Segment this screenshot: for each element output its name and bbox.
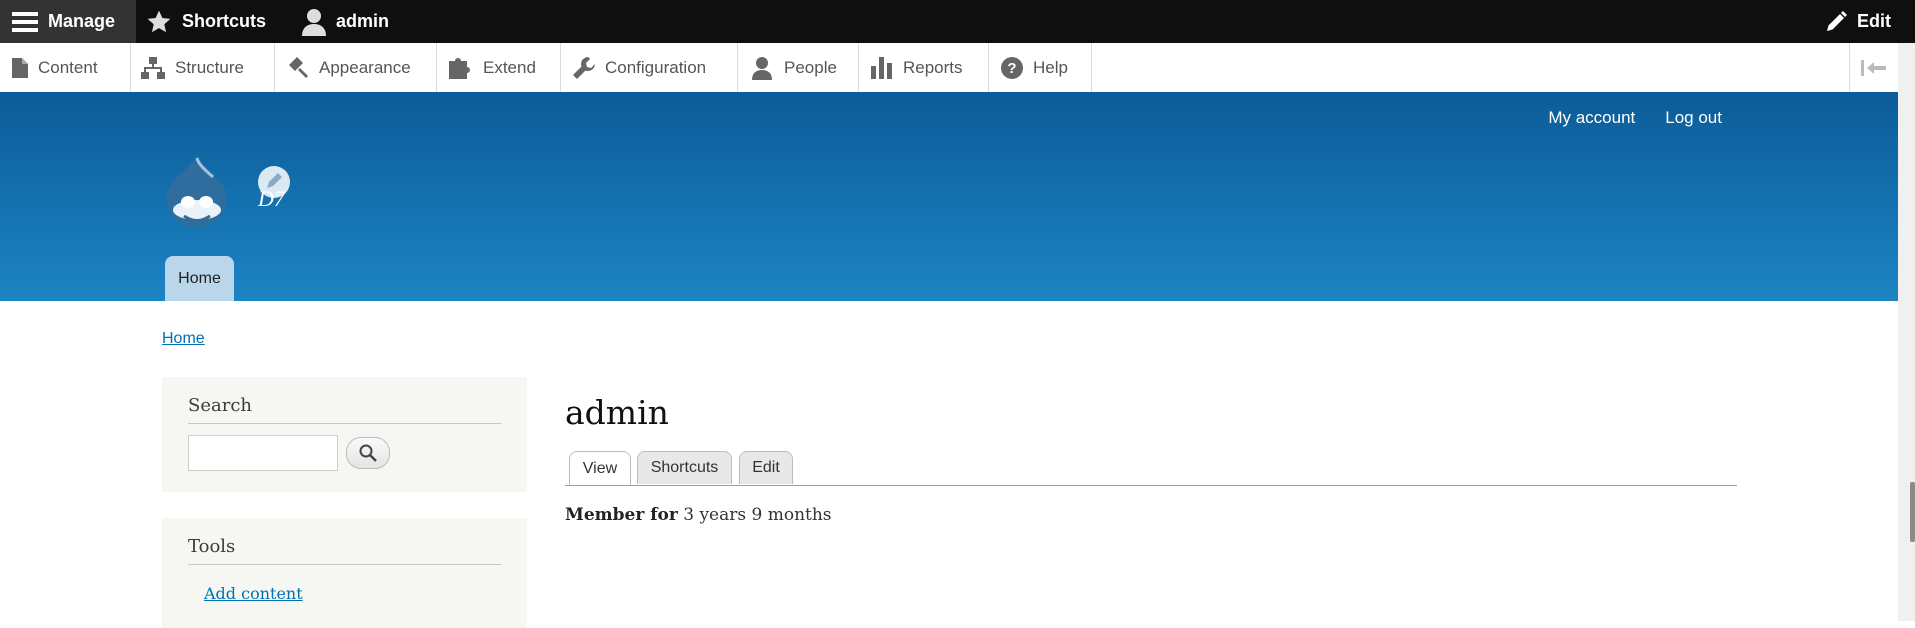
tray-item-people[interactable]: People [738, 43, 859, 92]
tray-label-content: Content [38, 57, 98, 77]
search-button[interactable] [346, 437, 390, 469]
add-content-link[interactable]: Add content [204, 584, 303, 603]
edit-label: Edit [1857, 11, 1891, 31]
star-icon [147, 10, 171, 32]
search-form [188, 435, 501, 471]
page-title: admin [565, 393, 669, 432]
puzzle-icon [449, 57, 470, 79]
admin-tray: Content Structure Appearance Extend Conf… [0, 43, 1898, 93]
tray-item-appearance[interactable]: Appearance [275, 43, 437, 92]
user-menu-button[interactable]: admin [302, 0, 389, 43]
tools-block-title: Tools [188, 518, 501, 565]
tray-label-help: Help [1033, 57, 1068, 77]
search-block-title: Search [188, 377, 501, 424]
tray-label-appearance: Appearance [319, 57, 411, 77]
tray-label-extend: Extend [483, 57, 536, 77]
bar-chart-icon [871, 56, 892, 79]
tray-item-content[interactable]: Content [0, 43, 131, 92]
edit-mode-button[interactable]: Edit [1825, 0, 1891, 43]
shortcuts-label: Shortcuts [182, 11, 267, 31]
manage-button[interactable]: Manage [0, 0, 136, 43]
tray-item-reports[interactable]: Reports [859, 43, 989, 92]
tab-edit[interactable]: Edit [739, 451, 793, 484]
tray-item-extend[interactable]: Extend [437, 43, 561, 92]
drupal-logo-icon[interactable] [160, 154, 234, 232]
admin-toolbar: Manage Shortcuts admin Edit [0, 0, 1915, 43]
tray-label-structure: Structure [175, 57, 244, 77]
tools-block: Tools Add content [162, 518, 527, 628]
my-account-link[interactable]: My account [1548, 108, 1635, 128]
hamburger-icon [12, 11, 38, 32]
shortcuts-button[interactable]: Shortcuts [146, 0, 266, 43]
tab-shortcuts[interactable]: Shortcuts [637, 451, 732, 484]
tray-label-configuration: Configuration [605, 57, 707, 77]
member-for-value: 3 years 9 months [683, 505, 832, 525]
help-icon: ? [1001, 56, 1023, 79]
site-name-text: D7 [257, 186, 286, 208]
svg-text:?: ? [1007, 60, 1016, 77]
main-menu-home[interactable]: Home [165, 256, 234, 301]
wrench-icon [573, 56, 595, 79]
tab-view[interactable]: View [569, 451, 631, 486]
page-icon [12, 57, 28, 78]
tray-item-structure[interactable]: Structure [131, 43, 275, 92]
search-input[interactable] [188, 435, 338, 471]
breadcrumb-home[interactable]: Home [162, 330, 205, 348]
secondary-menu: My account Log out [1548, 108, 1722, 128]
pencil-icon [1827, 10, 1847, 31]
site-name-logo[interactable]: D7 [252, 164, 298, 208]
member-for-info: Member for 3 years 9 months [565, 505, 832, 525]
sitemap-icon [141, 56, 165, 79]
tray-orientation-toggle[interactable] [1849, 43, 1898, 92]
tray-label-reports: Reports [903, 57, 963, 77]
tray-label-people: People [784, 57, 837, 77]
paintbrush-icon [289, 56, 308, 78]
tray-item-help[interactable]: ? Help [989, 43, 1092, 92]
tabs-divider [565, 485, 1737, 486]
tray-item-configuration[interactable]: Configuration [561, 43, 738, 92]
site-header: My account Log out D7 Home [0, 92, 1898, 301]
person-icon [752, 56, 772, 80]
user-icon [302, 8, 326, 36]
member-for-label: Member for [565, 505, 678, 525]
search-block: Search [162, 377, 527, 492]
log-out-link[interactable]: Log out [1665, 108, 1722, 128]
search-icon [359, 444, 377, 462]
user-label: admin [336, 11, 390, 31]
scrollbar-thumb[interactable] [1910, 482, 1915, 542]
collapse-left-icon [1861, 59, 1886, 76]
manage-label: Manage [48, 11, 116, 31]
